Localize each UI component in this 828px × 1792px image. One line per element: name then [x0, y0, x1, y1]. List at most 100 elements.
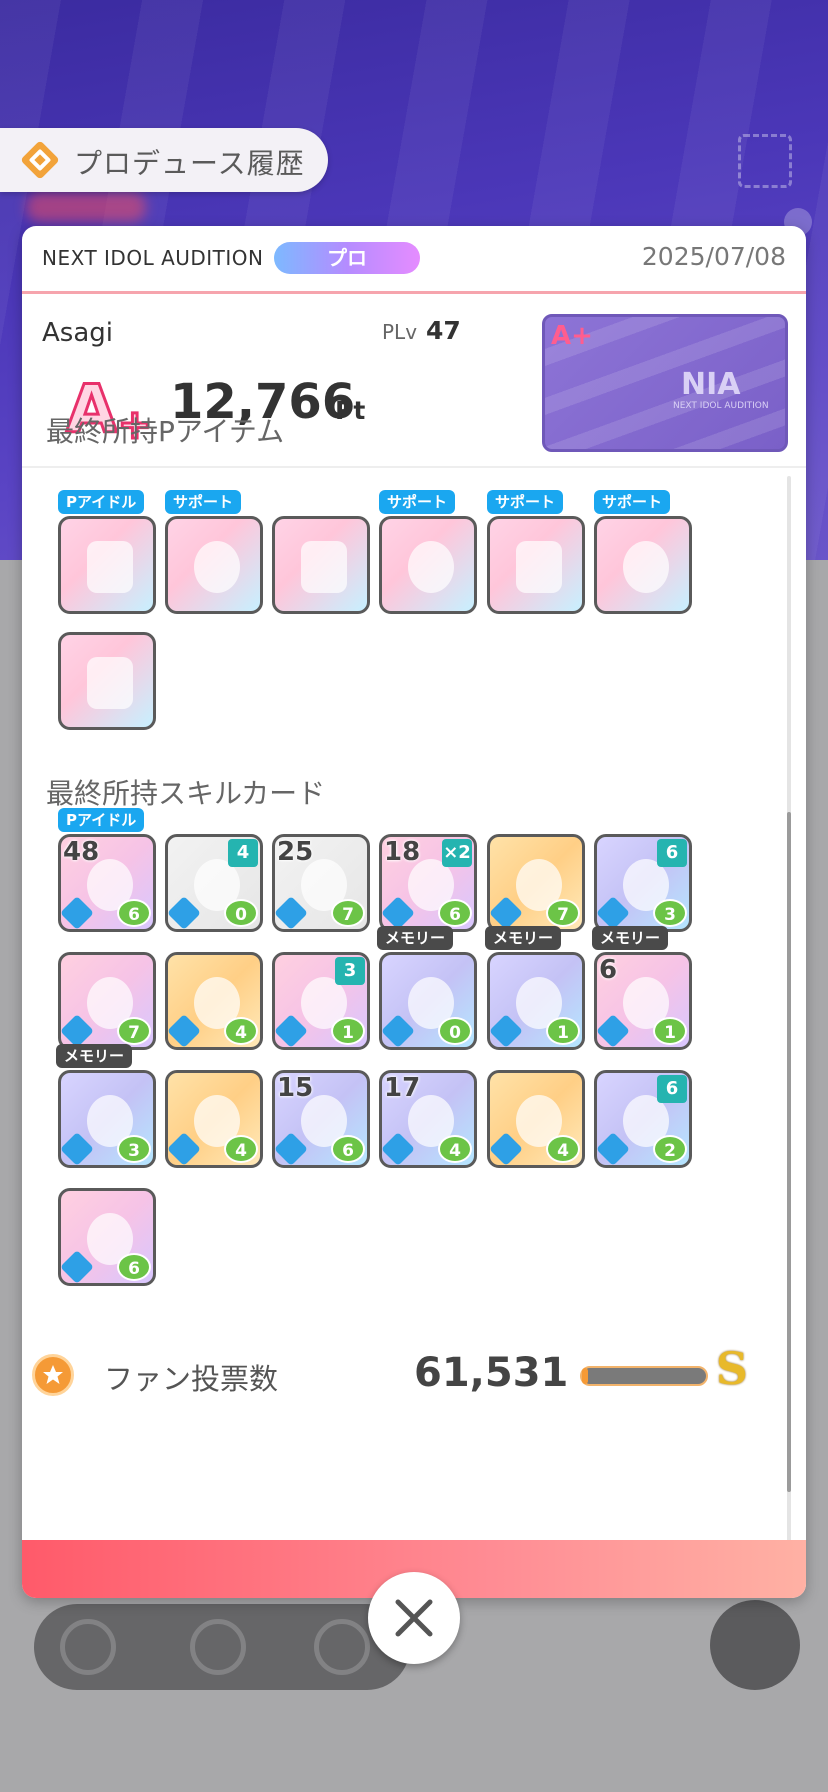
- p-item-tag: サポート: [487, 490, 564, 514]
- skill-card-level: 15: [277, 1073, 314, 1103]
- skill-card-tile: 62: [594, 1070, 692, 1168]
- skill-card-tile: 3: [58, 1070, 156, 1168]
- skill-card-slot[interactable]: 15 6: [272, 1070, 370, 1168]
- skill-card-slot[interactable]: 17 4: [379, 1070, 477, 1168]
- skill-card-slot[interactable]: 6 1 メモリー: [592, 926, 692, 1050]
- skill-card-cost: 3: [653, 899, 687, 927]
- skill-card-tile: 18 ×2 6: [379, 834, 477, 932]
- back-icon: [314, 1619, 370, 1675]
- skill-card-slot[interactable]: 3 メモリー: [56, 1044, 156, 1168]
- card-rank: A+: [551, 321, 593, 351]
- scrollbar-thumb[interactable]: [787, 812, 791, 1492]
- card-type-icon: [490, 1132, 523, 1165]
- skill-card-slot[interactable]: 0 メモリー: [377, 926, 477, 1050]
- date-label: 2025/07/08: [641, 242, 786, 271]
- skill-card-level: 6: [599, 955, 618, 985]
- card-type-icon: [382, 1014, 415, 1047]
- card-type-icon: [61, 1014, 94, 1047]
- skill-card-cost: 1: [546, 1017, 580, 1045]
- p-item-slot[interactable]: [272, 516, 370, 614]
- card-type-icon: [490, 896, 523, 929]
- p-item-slot[interactable]: [58, 632, 156, 730]
- nia-logo: NIA: [681, 367, 741, 402]
- skill-card-slot[interactable]: 62: [594, 1070, 692, 1168]
- p-item-icon: [194, 541, 240, 593]
- skill-card-tile: 17 4: [379, 1070, 477, 1168]
- skill-card-slot[interactable]: 4: [487, 1070, 585, 1168]
- skill-card-tile: 7: [487, 834, 585, 932]
- skill-card-tile: 48 6: [58, 834, 156, 932]
- card-type-icon: [275, 1014, 308, 1047]
- page-title: プロデュース履歴: [74, 147, 305, 180]
- p-item-icon: [408, 541, 454, 593]
- skill-card-tile: 1: [487, 952, 585, 1050]
- score-unit: Pt: [335, 396, 366, 425]
- skill-card-corner-value: 6: [657, 1075, 687, 1103]
- skill-card-slot[interactable]: 40: [165, 834, 263, 932]
- audition-label: NEXT IDOL AUDITION: [42, 246, 264, 270]
- skill-card-tile: 6: [58, 1188, 156, 1286]
- p-item-tile: [487, 516, 585, 614]
- skill-card-corner-value: 3: [335, 957, 365, 985]
- card-type-icon: [490, 1014, 523, 1047]
- skill-card-slot[interactable]: 7: [487, 834, 585, 932]
- close-button[interactable]: [368, 1572, 460, 1664]
- skill-card-level: 48: [63, 837, 100, 867]
- skill-card-cost: 0: [438, 1017, 472, 1045]
- skill-card-slot[interactable]: 4: [165, 1070, 263, 1168]
- skill-card-level: 17: [384, 1073, 421, 1103]
- p-item-icon: [623, 541, 669, 593]
- skill-card-tile: 40: [165, 834, 263, 932]
- skill-card-cost: 4: [546, 1135, 580, 1163]
- skill-card-slot[interactable]: 1 メモリー: [485, 926, 585, 1050]
- card-type-icon: [275, 896, 308, 929]
- skill-card-tile: 31: [272, 952, 370, 1050]
- audition-card: A+ NIA NEXT IDOL AUDITION: [542, 314, 788, 452]
- p-items-title: 最終所持Pアイテム: [46, 415, 285, 448]
- skill-card-cost: 6: [117, 1253, 151, 1281]
- skill-card-cost: 1: [331, 1017, 365, 1045]
- card-type-icon: [61, 1250, 94, 1283]
- p-item-slot[interactable]: サポート: [487, 490, 585, 614]
- skill-card-tile: 15 6: [272, 1070, 370, 1168]
- skill-card-level: 25: [277, 837, 314, 867]
- skill-card-tag: メモリー: [592, 926, 669, 950]
- skill-card-slot[interactable]: 6: [58, 1188, 156, 1286]
- p-item-slot[interactable]: サポート: [379, 490, 477, 614]
- skill-card-slot[interactable]: 4: [165, 952, 263, 1050]
- skill-card-tag: Pアイドル: [58, 808, 145, 832]
- skill-card-corner-value: 6: [657, 839, 687, 867]
- p-item-tile: [165, 516, 263, 614]
- p-item-slot[interactable]: サポート: [165, 490, 263, 614]
- skill-card-cost: 7: [331, 899, 365, 927]
- card-type-icon: [382, 896, 415, 929]
- close-icon: [395, 1599, 433, 1637]
- bottom-nav: [34, 1604, 410, 1690]
- star-circle-icon: [32, 1354, 74, 1396]
- skill-card-tile: 0: [379, 952, 477, 1050]
- skill-card-cost: 2: [653, 1135, 687, 1163]
- skill-card-slot[interactable]: 63: [594, 834, 692, 932]
- card-type-icon: [597, 896, 630, 929]
- skill-card-tile: 63: [594, 834, 692, 932]
- skill-card-slot[interactable]: 7: [58, 952, 156, 1050]
- p-item-slot[interactable]: サポート: [594, 490, 692, 614]
- card-type-icon: [597, 1014, 630, 1047]
- p-item-tag: Pアイドル: [58, 490, 145, 514]
- fan-votes-value: 61,531: [414, 1350, 569, 1396]
- skill-card-slot[interactable]: 48 6 Pアイドル: [58, 808, 156, 932]
- p-item-tile: [58, 632, 156, 730]
- skill-card-tile: 4: [165, 952, 263, 1050]
- skill-card-slot[interactable]: 18 ×2 6: [379, 834, 477, 932]
- plv-value: 47: [426, 316, 461, 345]
- card-type-icon: [168, 1014, 201, 1047]
- skill-card-cost: 4: [438, 1135, 472, 1163]
- card-type-icon: [382, 1132, 415, 1165]
- card-type-icon: [168, 1132, 201, 1165]
- skill-card-slot[interactable]: 31: [272, 952, 370, 1050]
- skill-card-slot[interactable]: 25 7: [272, 834, 370, 932]
- card-type-icon: [597, 1132, 630, 1165]
- fullscreen-icon: [738, 134, 792, 188]
- p-item-slot[interactable]: Pアイドル: [58, 490, 156, 614]
- skill-card-tag: メモリー: [485, 926, 562, 950]
